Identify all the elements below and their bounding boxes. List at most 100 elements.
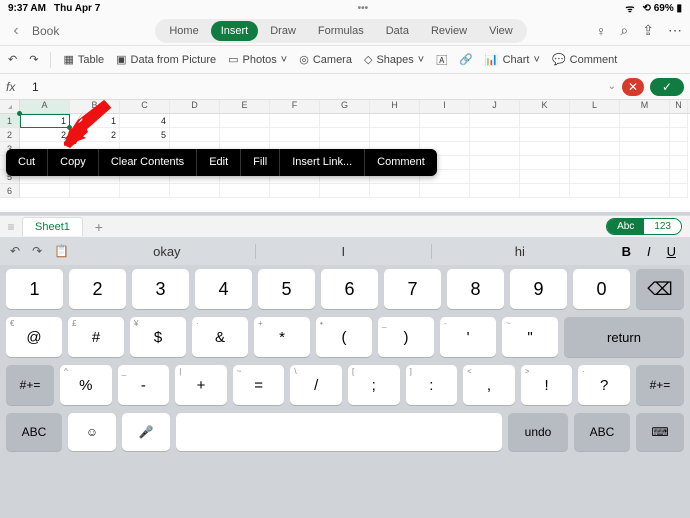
tab-view[interactable]: View [479, 21, 523, 41]
key-comma[interactable]: <, [463, 365, 515, 405]
col-header-J[interactable]: J [470, 100, 520, 113]
col-header-A[interactable]: A [20, 100, 70, 113]
key-plus[interactable]: |+ [175, 365, 227, 405]
key-symswitch-right[interactable]: #+= [636, 365, 684, 405]
key-5[interactable]: 5 [258, 269, 315, 309]
col-header-N[interactable]: N [670, 100, 688, 113]
sheet-tab-1[interactable]: Sheet1 [22, 217, 83, 236]
undo-icon[interactable]: ↶ [8, 53, 17, 66]
col-header-F[interactable]: F [270, 100, 320, 113]
ctx-clear[interactable]: Clear Contents [99, 149, 197, 176]
back-button[interactable]: ‹ [8, 22, 24, 40]
col-header-L[interactable]: L [570, 100, 620, 113]
key-dollar[interactable]: ¥$ [130, 317, 186, 357]
key-quote[interactable]: ~" [502, 317, 558, 357]
key-amp[interactable]: ·& [192, 317, 248, 357]
col-header-I[interactable]: I [420, 100, 470, 113]
mode-123[interactable]: 123 [644, 219, 681, 234]
ribbon-table[interactable]: ▦ Table [63, 53, 104, 66]
formula-input[interactable]: 1 [32, 80, 602, 94]
share-icon[interactable]: ⇪ [642, 22, 654, 39]
format-italic[interactable]: I [647, 244, 651, 259]
key-8[interactable]: 8 [447, 269, 504, 309]
col-header-M[interactable]: M [620, 100, 670, 113]
key-emoji[interactable]: ☺ [68, 413, 116, 451]
mode-abc[interactable]: Abc [607, 219, 644, 234]
redo-icon[interactable]: ↷ [29, 53, 38, 66]
key-2[interactable]: 2 [69, 269, 126, 309]
more-icon[interactable]: ⋯ [668, 22, 682, 39]
cell-B2[interactable]: 2 [70, 128, 120, 142]
col-header-B[interactable]: B [70, 100, 120, 113]
key-hash[interactable]: £# [68, 317, 124, 357]
tab-review[interactable]: Review [421, 21, 477, 41]
tab-insert[interactable]: Insert [211, 21, 259, 41]
key-space[interactable] [176, 413, 502, 451]
kbd-undo-icon[interactable]: ↶ [10, 244, 20, 258]
add-sheet-button[interactable]: + [87, 219, 111, 235]
row-header-2[interactable]: 2 [0, 128, 20, 142]
suggestion-2[interactable]: I [256, 244, 433, 259]
suggestion-3[interactable]: hi [432, 244, 608, 259]
key-9[interactable]: 9 [510, 269, 567, 309]
tab-formulas[interactable]: Formulas [308, 21, 374, 41]
lightbulb-icon[interactable]: ♀ [596, 23, 607, 39]
format-underline[interactable]: U [667, 244, 676, 259]
key-6[interactable]: 6 [321, 269, 378, 309]
ribbon-data-from-picture[interactable]: ▣ Data from Picture [116, 53, 216, 66]
key-apostrophe[interactable]: -' [440, 317, 496, 357]
key-dictation[interactable]: 🎤 [122, 413, 170, 451]
ribbon-comment[interactable]: 💬 Comment [552, 53, 617, 66]
sheet-handle-icon[interactable]: ≡ [0, 220, 22, 234]
col-header-K[interactable]: K [520, 100, 570, 113]
keyboard-mode-toggle[interactable]: Abc 123 [606, 218, 682, 235]
suggestion-1[interactable]: okay [79, 244, 256, 259]
key-symswitch-left[interactable]: #+= [6, 365, 54, 405]
cell[interactable] [170, 114, 220, 128]
row-header-6[interactable]: 6 [0, 184, 20, 198]
cell-A1[interactable]: 1 [20, 114, 70, 128]
cell-C1[interactable]: 4 [120, 114, 170, 128]
col-header-D[interactable]: D [170, 100, 220, 113]
key-3[interactable]: 3 [132, 269, 189, 309]
ctx-edit[interactable]: Edit [197, 149, 241, 176]
tab-draw[interactable]: Draw [260, 21, 306, 41]
ctx-copy[interactable]: Copy [48, 149, 99, 176]
spreadsheet-grid[interactable]: A B C D E F G H I J K L M N 1 1 1 4 2 2 … [0, 100, 690, 212]
col-header-G[interactable]: G [320, 100, 370, 113]
key-slash[interactable]: \/ [290, 365, 342, 405]
col-header-H[interactable]: H [370, 100, 420, 113]
cell-A2[interactable]: 2 [20, 128, 70, 142]
key-equals[interactable]: ~= [233, 365, 285, 405]
key-rparen[interactable]: _) [378, 317, 434, 357]
cell-C2[interactable]: 5 [120, 128, 170, 142]
ribbon-chart[interactable]: 📊 Chart ˅ [485, 53, 540, 66]
formula-confirm-button[interactable]: ✓ [650, 78, 684, 96]
col-header-E[interactable]: E [220, 100, 270, 113]
key-at[interactable]: €@ [6, 317, 62, 357]
ribbon-shapes[interactable]: ◇ Shapes ˅ [364, 53, 424, 66]
key-colon[interactable]: ]: [406, 365, 458, 405]
kbd-clipboard-icon[interactable]: 📋 [54, 244, 69, 258]
ribbon-photos[interactable]: ▭ Photos ˅ [228, 53, 287, 66]
key-percent[interactable]: ^% [60, 365, 112, 405]
ribbon-camera[interactable]: ◎ Camera [299, 53, 352, 66]
key-hide-keyboard[interactable]: ⌨ [636, 413, 684, 451]
key-lparen[interactable]: •( [316, 317, 372, 357]
search-icon[interactable]: ⌕ [620, 22, 628, 39]
tab-home[interactable]: Home [159, 21, 208, 41]
kbd-redo-icon[interactable]: ↷ [32, 244, 42, 258]
key-star[interactable]: +* [254, 317, 310, 357]
key-minus[interactable]: _- [118, 365, 170, 405]
key-undo[interactable]: undo [508, 413, 568, 451]
key-abc-right[interactable]: ABC [574, 413, 630, 451]
ctx-fill[interactable]: Fill [241, 149, 280, 176]
key-backspace[interactable]: ⌫ [636, 269, 684, 309]
key-return[interactable]: return [564, 317, 684, 357]
ribbon-textbox-icon[interactable]: 🄰 [436, 52, 447, 68]
ribbon-link-icon[interactable]: 🔗 [459, 53, 473, 66]
tab-data[interactable]: Data [376, 21, 419, 41]
ctx-insert-link[interactable]: Insert Link... [280, 149, 365, 176]
key-question[interactable]: ·? [578, 365, 630, 405]
col-header-C[interactable]: C [120, 100, 170, 113]
